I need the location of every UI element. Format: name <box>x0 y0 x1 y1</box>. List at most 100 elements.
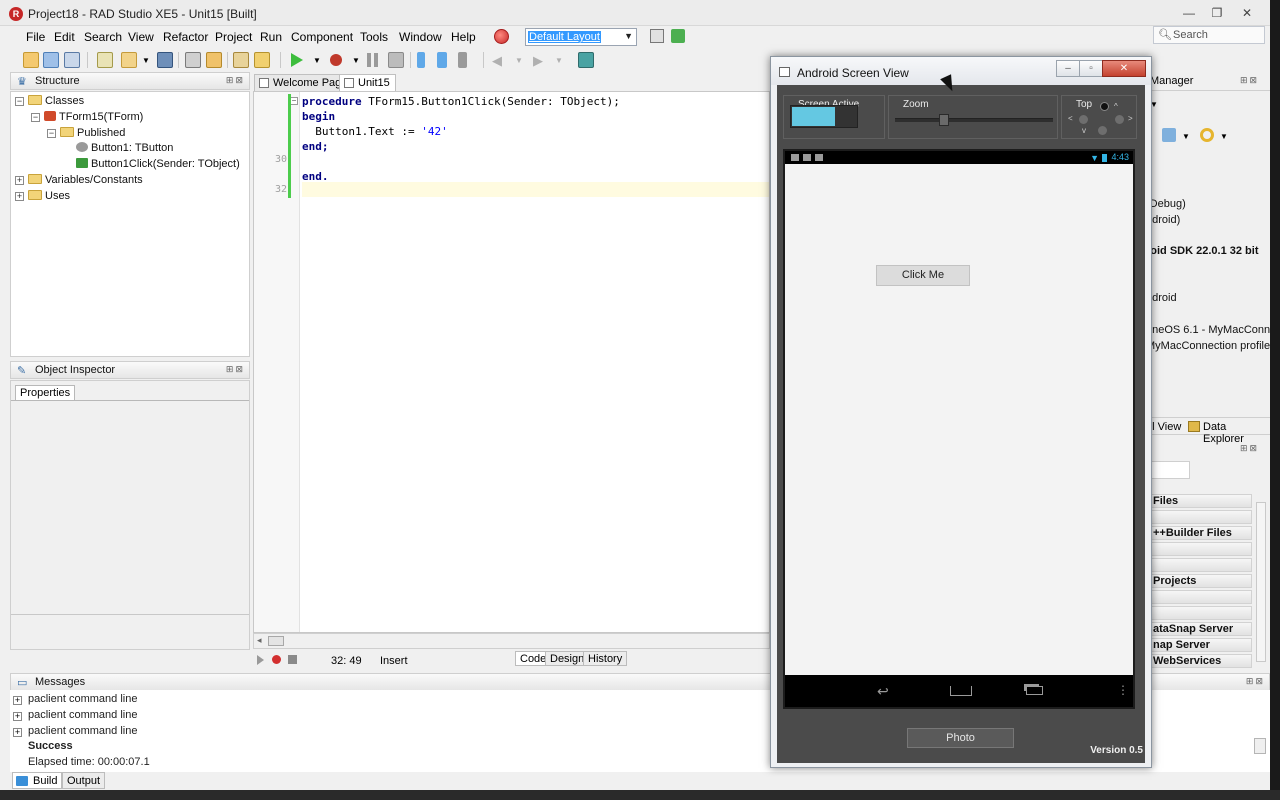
help-book-icon[interactable] <box>578 52 594 68</box>
tree-item-classes[interactable]: Classes <box>28 95 84 107</box>
save-all-icon[interactable] <box>185 52 201 68</box>
remove-from-project-icon[interactable] <box>254 52 270 68</box>
tab-history[interactable]: History <box>583 651 628 666</box>
code-fold-toggle[interactable]: − <box>290 97 298 105</box>
platform-iphoneos[interactable]: oneOS 6.1 - MyMacConn... <box>1146 324 1270 336</box>
palette-category-blank[interactable] <box>1144 558 1252 572</box>
menu-edit[interactable]: Edit <box>54 30 75 44</box>
chevron-down-icon[interactable]: ▼ <box>1220 132 1228 141</box>
close-button[interactable]: ✕ <box>1234 5 1260 21</box>
zoom-slider-thumb[interactable] <box>939 114 949 126</box>
tab-build[interactable]: Build <box>12 772 63 789</box>
set-debug-layout-icon[interactable] <box>671 29 685 43</box>
open-project-icon[interactable] <box>64 52 80 68</box>
tab-unit15[interactable]: Unit15 <box>339 74 396 91</box>
pause-icon[interactable] <box>374 53 378 67</box>
android-minimize-button[interactable]: – <box>1056 60 1080 77</box>
new-items-icon[interactable] <box>43 52 59 68</box>
tab-data-explorer[interactable]: Data Explorer <box>1203 421 1270 445</box>
chevron-down-icon[interactable]: ▼ <box>142 56 150 65</box>
add-to-project-icon[interactable] <box>233 52 249 68</box>
overflow-menu-icon[interactable]: ⋮ <box>1117 683 1129 697</box>
project-options-icon[interactable] <box>1162 128 1176 142</box>
orientation-right[interactable] <box>1115 115 1124 124</box>
horizontal-scrollbar[interactable]: ◂ <box>253 633 770 649</box>
ide-search-input[interactable]: 🔍︎ Search <box>1153 26 1265 44</box>
chevron-down-icon[interactable]: ▼ <box>555 56 563 65</box>
panel-pin-close-icons[interactable]: ⊞⊠ <box>1246 676 1265 687</box>
palette-category[interactable]: ataSnap Server <box>1144 622 1252 636</box>
trace-into-icon[interactable] <box>417 52 425 68</box>
orientation-bottom[interactable] <box>1098 126 1107 135</box>
expand-toggle[interactable]: + <box>13 696 22 705</box>
code-editor[interactable]: 30 32 − procedure TForm15.Button1Click(S… <box>253 91 770 633</box>
chevron-down-icon[interactable]: ▼ <box>1182 132 1190 141</box>
new-icon[interactable] <box>23 52 39 68</box>
chevron-down-icon[interactable]: ▼ <box>313 56 321 65</box>
run-without-debugging-icon[interactable] <box>330 54 342 66</box>
palette-category[interactable]: Projects <box>1144 574 1252 588</box>
tree-item-uses[interactable]: Uses <box>28 190 70 202</box>
panel-pin-close-icons[interactable]: ⊞⊠ <box>1240 443 1259 454</box>
palette-category[interactable]: Files <box>1144 494 1252 508</box>
panel-pin-close-icons[interactable]: ⊞⊠ <box>226 364 245 375</box>
menu-view[interactable]: View <box>128 30 154 44</box>
zoom-slider[interactable] <box>895 114 1053 126</box>
stop-macro-icon[interactable] <box>288 655 297 664</box>
screen-active-toggle[interactable] <box>790 105 858 128</box>
menu-project[interactable]: Project <box>215 30 252 44</box>
sync-icon[interactable] <box>1200 128 1214 142</box>
pause-icon[interactable] <box>367 53 371 67</box>
palette-category[interactable]: nap Server <box>1144 638 1252 652</box>
play-macro-icon[interactable] <box>257 655 264 665</box>
menu-component[interactable]: Component <box>291 30 353 44</box>
sdk-version[interactable]: roid SDK 22.0.1 32 bit <box>1146 245 1258 257</box>
panel-pin-close-icons[interactable]: ⊞⊠ <box>226 75 245 86</box>
click-me-button[interactable]: Click Me <box>876 265 970 286</box>
record-macro-icon[interactable] <box>272 655 281 664</box>
tab-output[interactable]: Output <box>62 772 106 789</box>
palette-category-blank[interactable] <box>1144 590 1252 604</box>
expand-toggle[interactable]: + <box>13 728 22 737</box>
save-icon[interactable] <box>157 52 173 68</box>
step-over-icon[interactable] <box>437 52 447 68</box>
panel-pin-close-icons[interactable]: ⊞⊠ <box>1240 75 1259 86</box>
palette-category-blank[interactable] <box>1144 606 1252 620</box>
palette-category-blank[interactable] <box>1144 542 1252 556</box>
message-row[interactable]: paclient command line <box>28 693 137 705</box>
menu-refactor[interactable]: Refactor <box>163 30 208 44</box>
message-row[interactable]: paclient command line <box>28 725 137 737</box>
menu-search[interactable]: Search <box>84 30 122 44</box>
expand-toggle[interactable]: − <box>31 113 40 122</box>
open-folder-icon[interactable] <box>206 52 222 68</box>
open-icon[interactable] <box>97 52 113 68</box>
maximize-button[interactable]: ❐ <box>1204 5 1230 21</box>
globe-icon[interactable] <box>494 29 509 44</box>
menu-tools[interactable]: Tools <box>360 30 388 44</box>
expand-toggle[interactable]: + <box>13 712 22 721</box>
expand-toggle[interactable]: + <box>15 176 24 185</box>
connection-profile[interactable]: MyMacConnection profile <box>1146 340 1270 352</box>
desktop-layout-dropdown[interactable]: Default Layout ▼ <box>525 28 637 46</box>
menu-help[interactable]: Help <box>451 30 476 44</box>
message-row[interactable]: paclient command line <box>28 709 137 721</box>
android-window-titlebar[interactable]: Android Screen View – ▫ ✕ <box>771 57 1151 85</box>
vertical-scrollbar[interactable] <box>1256 502 1266 662</box>
save-layout-icon[interactable] <box>650 29 664 43</box>
back-arrow-icon[interactable]: ◀ <box>492 53 502 69</box>
android-close-button[interactable]: ✕ <box>1102 60 1146 77</box>
palette-category[interactable]: WebServices <box>1144 654 1252 668</box>
palette-category[interactable]: ++Builder Files <box>1144 526 1252 540</box>
properties-tab[interactable]: Properties <box>15 385 76 401</box>
tree-item-button1click[interactable]: Button1Click(Sender: TObject) <box>76 158 240 170</box>
tree-item-button1[interactable]: Button1: TButton <box>76 142 173 154</box>
recent-apps-icon[interactable] <box>1026 686 1043 695</box>
menu-run[interactable]: Run <box>260 30 282 44</box>
expand-toggle[interactable]: + <box>15 192 24 201</box>
forward-arrow-icon[interactable]: ▶ <box>533 53 543 69</box>
back-icon[interactable]: ↩ <box>877 683 889 700</box>
tree-item-published[interactable]: Published <box>60 127 125 139</box>
expand-toggle[interactable]: − <box>15 97 24 106</box>
scrollbar-thumb[interactable] <box>268 636 284 646</box>
orientation-left[interactable] <box>1079 115 1088 124</box>
